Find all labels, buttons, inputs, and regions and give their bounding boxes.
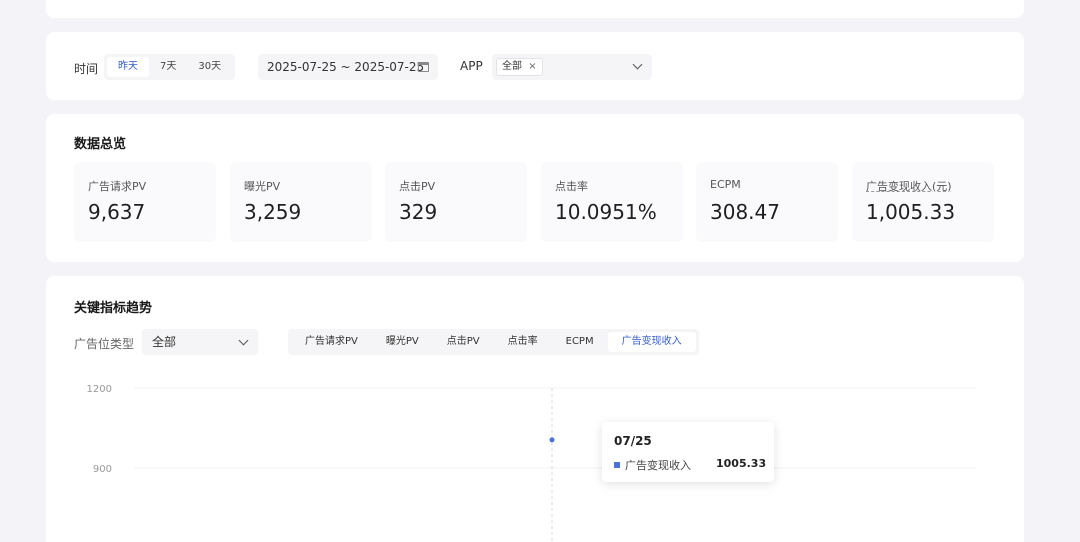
time-option-30days[interactable]: 30天 <box>187 57 232 77</box>
app-select[interactable]: 全部 × <box>492 54 652 80</box>
stat-label: 广告请求PV <box>88 180 147 193</box>
date-range-text: 2025-07-25 ~ 2025-07-25 <box>267 60 425 74</box>
y-tick-label: 900 <box>93 464 112 475</box>
stat-card-click-pv: 点击PV 329 <box>385 162 527 242</box>
ad-type-label: 广告位类型 <box>74 337 135 351</box>
series-marker-icon <box>614 462 620 468</box>
stat-card-ecpm: ECPM 308.47 <box>696 162 838 242</box>
time-range-segment: 昨天 7天 30天 <box>104 54 236 80</box>
stat-value: 329 <box>399 200 438 224</box>
chart-tooltip: 07/25 广告变现收入 1005.33 <box>602 422 774 482</box>
tooltip-value: 1005.33 <box>716 457 767 470</box>
app-tag-label: 全部 <box>502 61 522 72</box>
stat-value: 1,005.33 <box>866 200 956 224</box>
chevron-down-icon <box>632 59 643 70</box>
tab-revenue[interactable]: 广告变现收入 <box>607 332 696 352</box>
tooltip-series-name: 广告变现收入 <box>625 459 691 472</box>
stat-label: 点击率 <box>555 180 588 193</box>
stat-label: 曝光PV <box>244 180 281 193</box>
ad-type-select[interactable]: 全部 <box>142 329 258 355</box>
y-tick-label: 1200 <box>87 384 112 395</box>
overview-card: 数据总览 广告请求PV 9,637 曝光PV 3,259 点击PV 329 点击… <box>46 114 1024 262</box>
tab-click-pv[interactable]: 点击PV <box>433 332 494 352</box>
stat-value: 10.0951% <box>555 200 657 224</box>
calendar-icon <box>418 62 429 72</box>
stat-label: 点击PV <box>399 180 436 193</box>
trend-title: 关键指标趋势 <box>74 301 153 316</box>
time-option-7days[interactable]: 7天 <box>149 57 187 77</box>
ad-type-value: 全部 <box>152 335 177 349</box>
stat-label[interactable]: 广告变现收入(元) <box>866 178 952 194</box>
stat-card-ctr: 点击率 10.0951% <box>541 162 683 242</box>
top-card <box>46 0 1024 18</box>
stat-label: ECPM <box>710 178 741 191</box>
stat-value: 3,259 <box>244 200 302 224</box>
stat-card-impression-pv: 曝光PV 3,259 <box>230 162 372 242</box>
stat-value: 308.47 <box>710 200 780 224</box>
tab-ctr[interactable]: 点击率 <box>494 332 552 352</box>
time-label: 时间 <box>74 62 99 76</box>
chevron-down-icon <box>238 335 249 346</box>
metric-tabs: 广告请求PV 曝光PV 点击PV 点击率 ECPM 广告变现收入 <box>288 329 699 355</box>
data-point[interactable] <box>549 437 555 443</box>
tab-request-pv[interactable]: 广告请求PV <box>291 332 372 352</box>
time-option-yesterday[interactable]: 昨天 <box>107 57 149 77</box>
trend-chart: 900 1200 <box>87 384 976 542</box>
stat-value: 9,637 <box>88 200 146 224</box>
overview-title: 数据总览 <box>74 137 127 152</box>
app-label: APP <box>460 59 483 73</box>
close-icon[interactable]: × <box>528 61 536 72</box>
date-range-picker[interactable]: 2025-07-25 ~ 2025-07-25 <box>258 54 438 80</box>
stat-card-request-pv: 广告请求PV 9,637 <box>74 162 216 242</box>
stat-card-revenue: 广告变现收入(元) 1,005.33 <box>852 162 994 242</box>
app-tag: 全部 × <box>496 58 543 76</box>
tab-impression-pv[interactable]: 曝光PV <box>372 332 433 352</box>
tooltip-date: 07/25 <box>614 434 652 448</box>
tab-ecpm[interactable]: ECPM <box>552 332 608 352</box>
trend-card: 关键指标趋势 广告位类型 全部 广告请求PV 曝光PV 点击PV 点击率 ECP… <box>46 276 1024 542</box>
filter-bar: 时间 昨天 7天 30天 2025-07-25 ~ 2025-07-25 APP… <box>46 32 1024 100</box>
